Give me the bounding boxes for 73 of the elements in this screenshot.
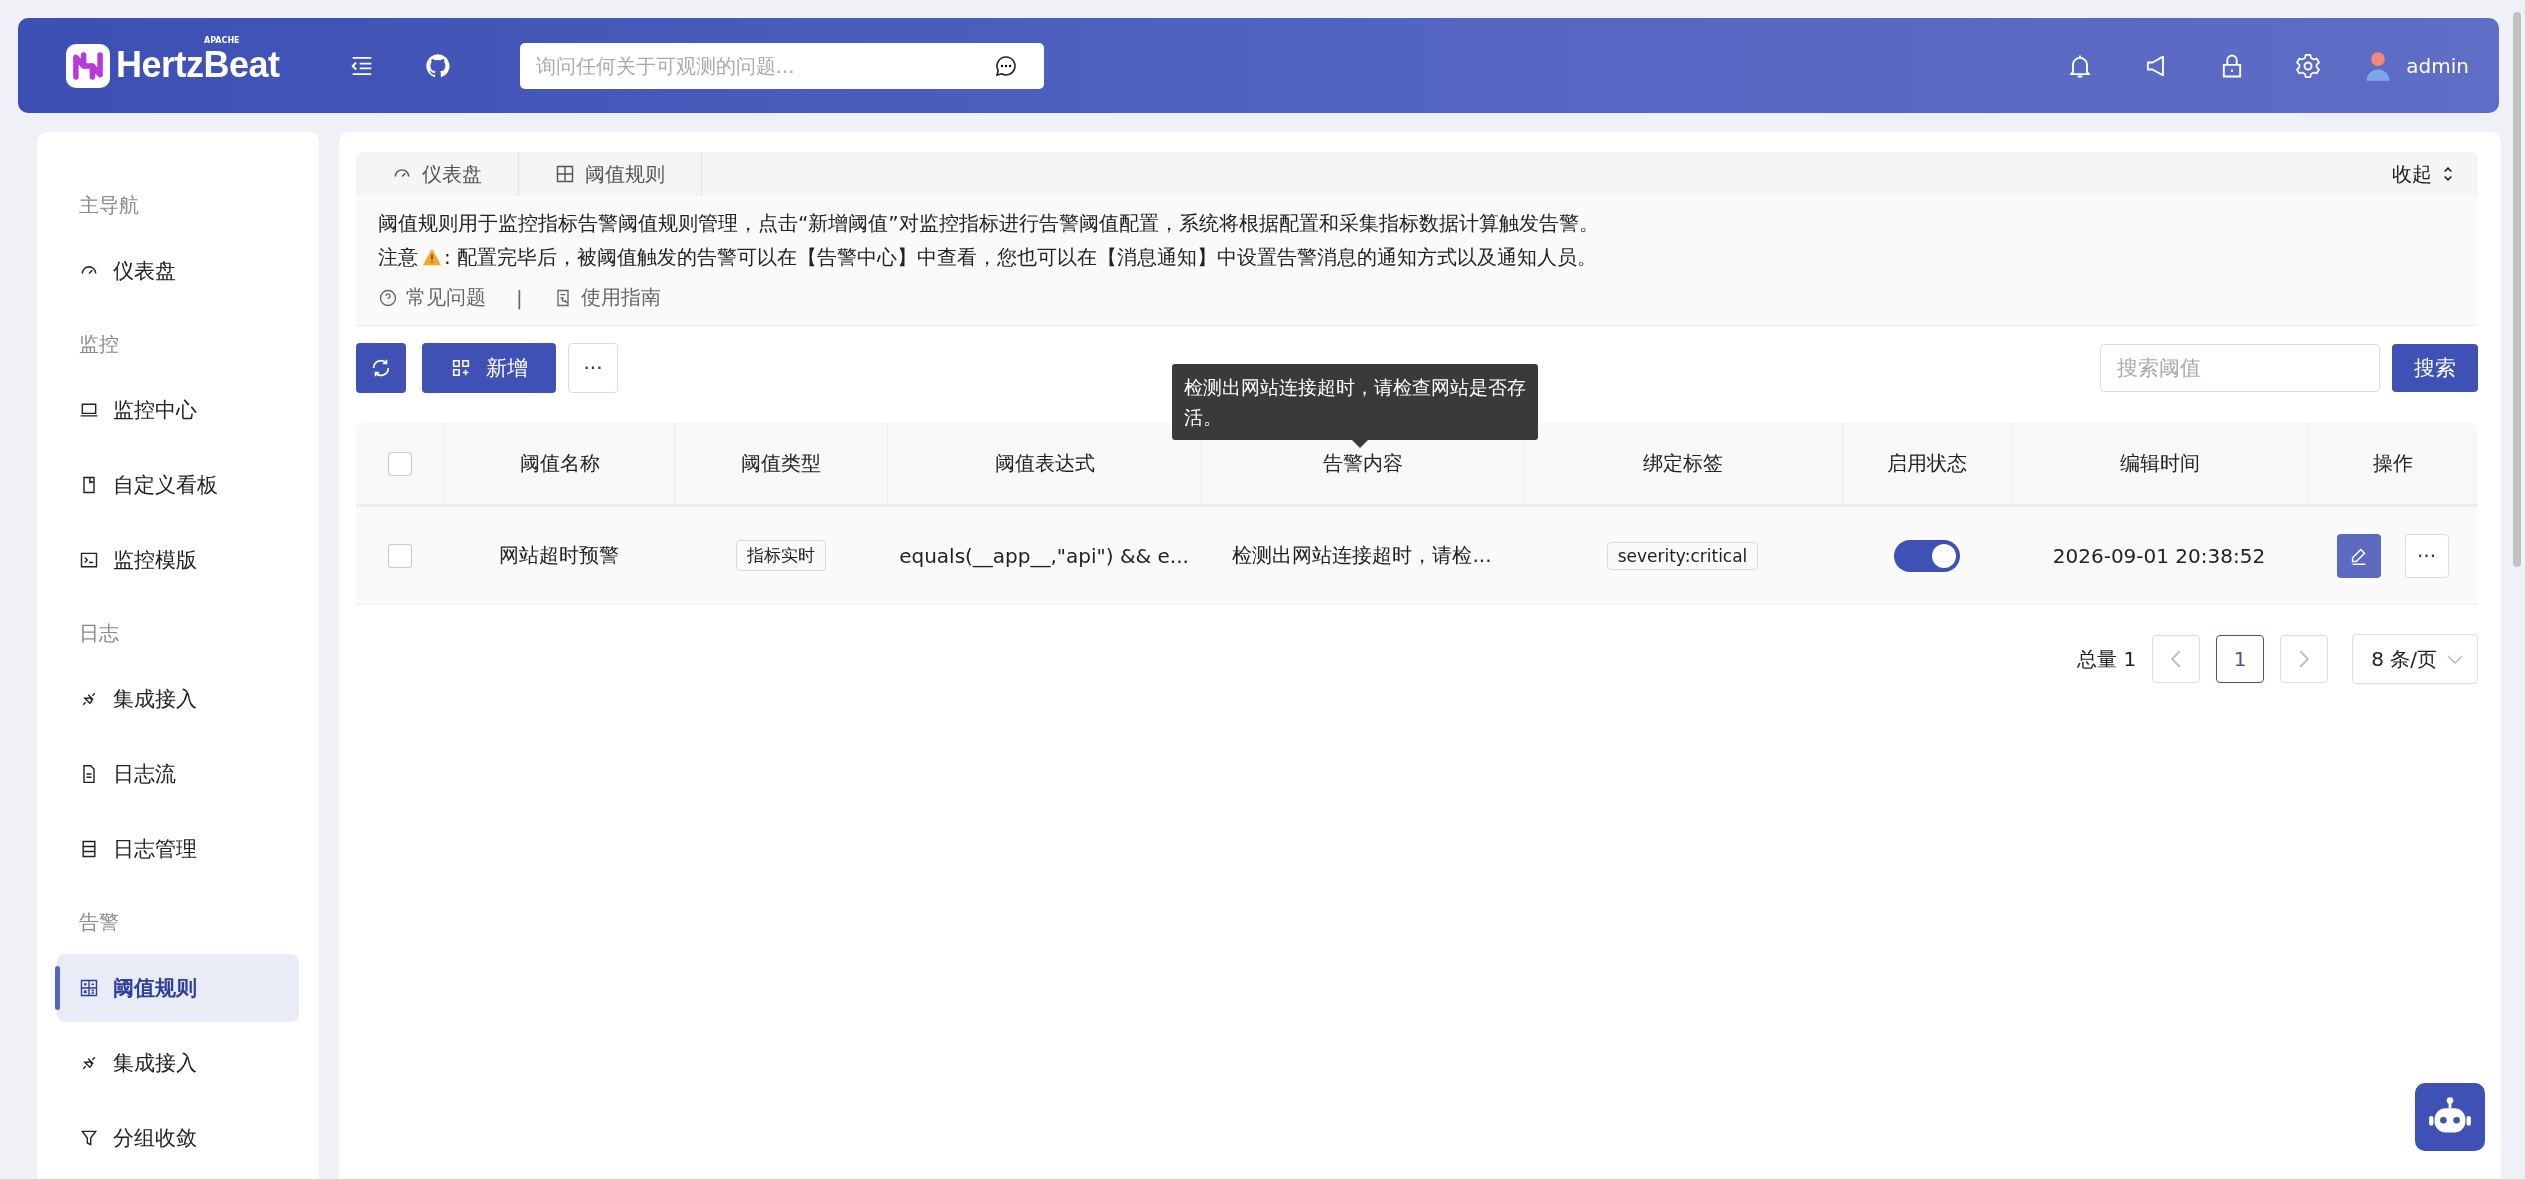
- sidebar-item[interactable]: 自定义看板: [57, 451, 299, 519]
- search-field[interactable]: 搜索阈值: [2100, 344, 2380, 392]
- nav-icon: [79, 839, 99, 859]
- page-size-select[interactable]: 8 条/页: [2352, 634, 2478, 684]
- sidebar-item[interactable]: 日志管理: [57, 815, 299, 883]
- sidebar-item[interactable]: 集成接入: [57, 665, 299, 733]
- chevron-right-icon: [2299, 650, 2310, 668]
- tooltip-arrow: [1352, 440, 1368, 448]
- nav-icon: [79, 978, 99, 998]
- warning-icon: [422, 248, 442, 266]
- checkbox[interactable]: [388, 451, 412, 476]
- logo-icon: [66, 43, 110, 88]
- search-button[interactable]: 搜索: [2392, 344, 2478, 392]
- nav-icon: [79, 400, 99, 420]
- assistant-button[interactable]: [2415, 1083, 2485, 1151]
- collapse-button[interactable]: 收起: [2392, 152, 2458, 196]
- table-cell: 检测出网站连接超时，请检...: [1232, 542, 1492, 569]
- sidebar-item[interactable]: 阈值规则: [57, 954, 299, 1022]
- link-separator: |: [516, 285, 523, 310]
- column-header: 启用状态: [1887, 450, 1967, 477]
- sidebar-item[interactable]: 日志流: [57, 740, 299, 808]
- type-tag: 指标实时: [735, 540, 826, 571]
- grid-icon: [555, 164, 575, 184]
- table-cell: 网站超时预警: [499, 542, 619, 569]
- section-label: 告警: [78, 909, 120, 936]
- user-name[interactable]: admin: [2406, 53, 2469, 78]
- section-label: 主导航: [78, 192, 140, 219]
- column-header: 编辑时间: [2119, 450, 2200, 477]
- github-icon[interactable]: [423, 51, 452, 80]
- nav-icon: [79, 1128, 99, 1148]
- page-button[interactable]: 1: [2216, 635, 2265, 683]
- scrollbar[interactable]: [2513, 12, 2521, 567]
- column-header: 操作: [2373, 450, 2413, 477]
- sidebar-item[interactable]: 分组收敛: [57, 1104, 299, 1172]
- sidebar-item[interactable]: 集成接入: [57, 1029, 299, 1097]
- help-icon: [378, 287, 398, 308]
- sidebar-item[interactable]: 仪表盘: [57, 237, 299, 305]
- table-cell: 2026-09-01 20:38:52: [2052, 543, 2266, 568]
- add-button[interactable]: 新增: [422, 343, 556, 393]
- table-cell: equals(__app__,"api") && e...: [899, 543, 1189, 568]
- column-header: 阈值名称: [519, 450, 600, 477]
- more-button[interactable]: ···: [2404, 533, 2449, 578]
- chat-icon[interactable]: [993, 53, 1018, 78]
- chevron-left-icon: [2171, 650, 2182, 668]
- edit-button[interactable]: [2336, 533, 2381, 578]
- refresh-icon: [370, 357, 392, 379]
- note-text: : 配置完毕后，被阈值触发的告警可以在【告警中心】中查看，您也可以在【消息通知】中设置告警消息的通知方式以及通知人员。: [444, 244, 1598, 271]
- description-text: 阈值规则用于监控指标告警阈值规则管理，点击“新增阈值”对监控指标进行告警阈值配置，系统将根据配置和采集指标数据计算触发告警。: [378, 210, 1600, 237]
- more-button[interactable]: ···: [568, 343, 618, 393]
- chevron-down-icon: [2447, 654, 2463, 664]
- sidebar-item[interactable]: 监控模版: [57, 526, 299, 594]
- sidebar-item[interactable]: 监控中心: [57, 376, 299, 444]
- note-label: 注意: [378, 244, 418, 271]
- section-label: 日志: [78, 620, 120, 647]
- guide-link[interactable]: 使用指南: [552, 284, 661, 311]
- ask-field[interactable]: 询问任何关于可观测的问题...: [519, 42, 1044, 89]
- nav-icon: [79, 550, 99, 570]
- column-header: 告警内容: [1322, 450, 1403, 477]
- logo-text: HertzBeat: [116, 43, 280, 86]
- column-header: 绑定标签: [1643, 450, 1723, 477]
- column-header: 阈值表达式: [994, 450, 1095, 477]
- refresh-button[interactable]: [356, 343, 406, 393]
- column-header: 阈值类型: [741, 450, 821, 477]
- total-count: 总量 1: [2077, 645, 2137, 673]
- toggle-switch[interactable]: [1893, 539, 1960, 572]
- faq-link[interactable]: 常见问题: [378, 284, 486, 311]
- checkbox[interactable]: [388, 543, 412, 568]
- logo-tag: APACHE: [204, 35, 240, 46]
- tooltip: 检测出网站连接超时，请检查网站是否存活。: [1172, 364, 1538, 440]
- section-label: 监控: [78, 331, 120, 358]
- settings-icon[interactable]: [2294, 51, 2323, 80]
- add-grid-icon: [450, 357, 472, 379]
- label-tag: severity:critical: [1606, 541, 1759, 570]
